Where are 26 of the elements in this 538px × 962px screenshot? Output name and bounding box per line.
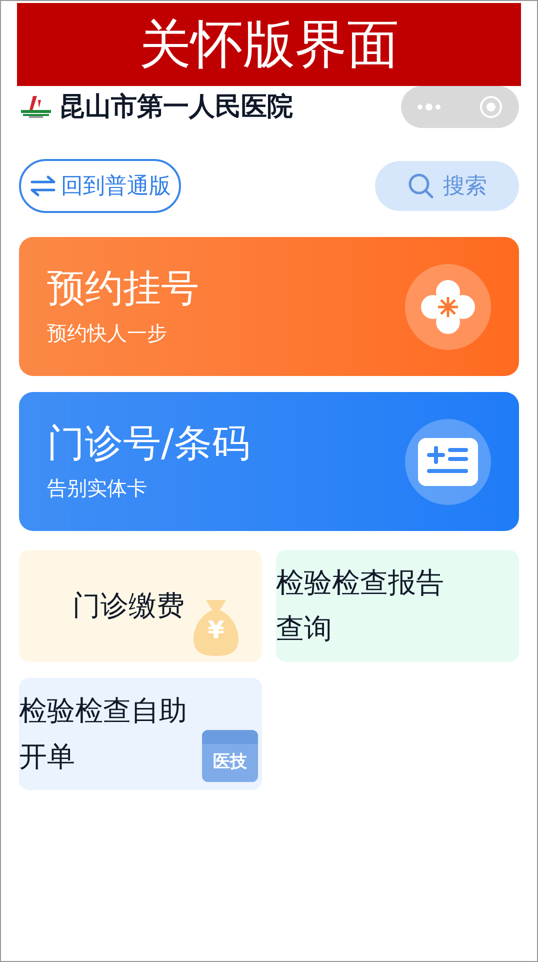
- tile-title: 检验检查自助开单: [19, 693, 188, 775]
- service-tile[interactable]: 门诊缴费 ¥: [19, 550, 262, 662]
- tile-title: 检验检查报告查询: [276, 565, 445, 647]
- banner-title: 关怀版界面: [139, 18, 399, 70]
- tile-title: 门诊缴费: [72, 588, 186, 624]
- card-icon: [418, 438, 478, 486]
- service-card[interactable]: 门诊号/条码 告别实体卡: [19, 392, 519, 531]
- hospital-logo-icon: [19, 94, 53, 120]
- swap-icon: [29, 175, 57, 197]
- service-card[interactable]: 预约挂号 预约快人一步: [19, 237, 519, 376]
- service-tile[interactable]: 检验检查报告查询: [276, 550, 519, 662]
- more-icon[interactable]: [417, 103, 441, 111]
- switch-version-button[interactable]: 回到普通版: [19, 159, 181, 213]
- search-icon: [407, 172, 435, 200]
- search-button[interactable]: 搜索: [375, 161, 519, 211]
- card-subtitle: 预约快人一步: [47, 320, 168, 348]
- calendar-icon: 医技: [202, 730, 258, 782]
- hospital-name: 昆山市第一人民医院: [59, 90, 293, 124]
- money-bag-icon: ¥: [192, 598, 240, 658]
- card-title: 门诊号/条码: [47, 420, 250, 467]
- flower-icon: [419, 278, 477, 336]
- capsule-menu[interactable]: [401, 86, 519, 128]
- service-tile[interactable]: 检验检查自助开单 医技: [19, 678, 262, 790]
- close-icon[interactable]: [479, 95, 503, 119]
- card-title: 预约挂号: [47, 264, 199, 312]
- card-subtitle: 告别实体卡: [47, 475, 148, 502]
